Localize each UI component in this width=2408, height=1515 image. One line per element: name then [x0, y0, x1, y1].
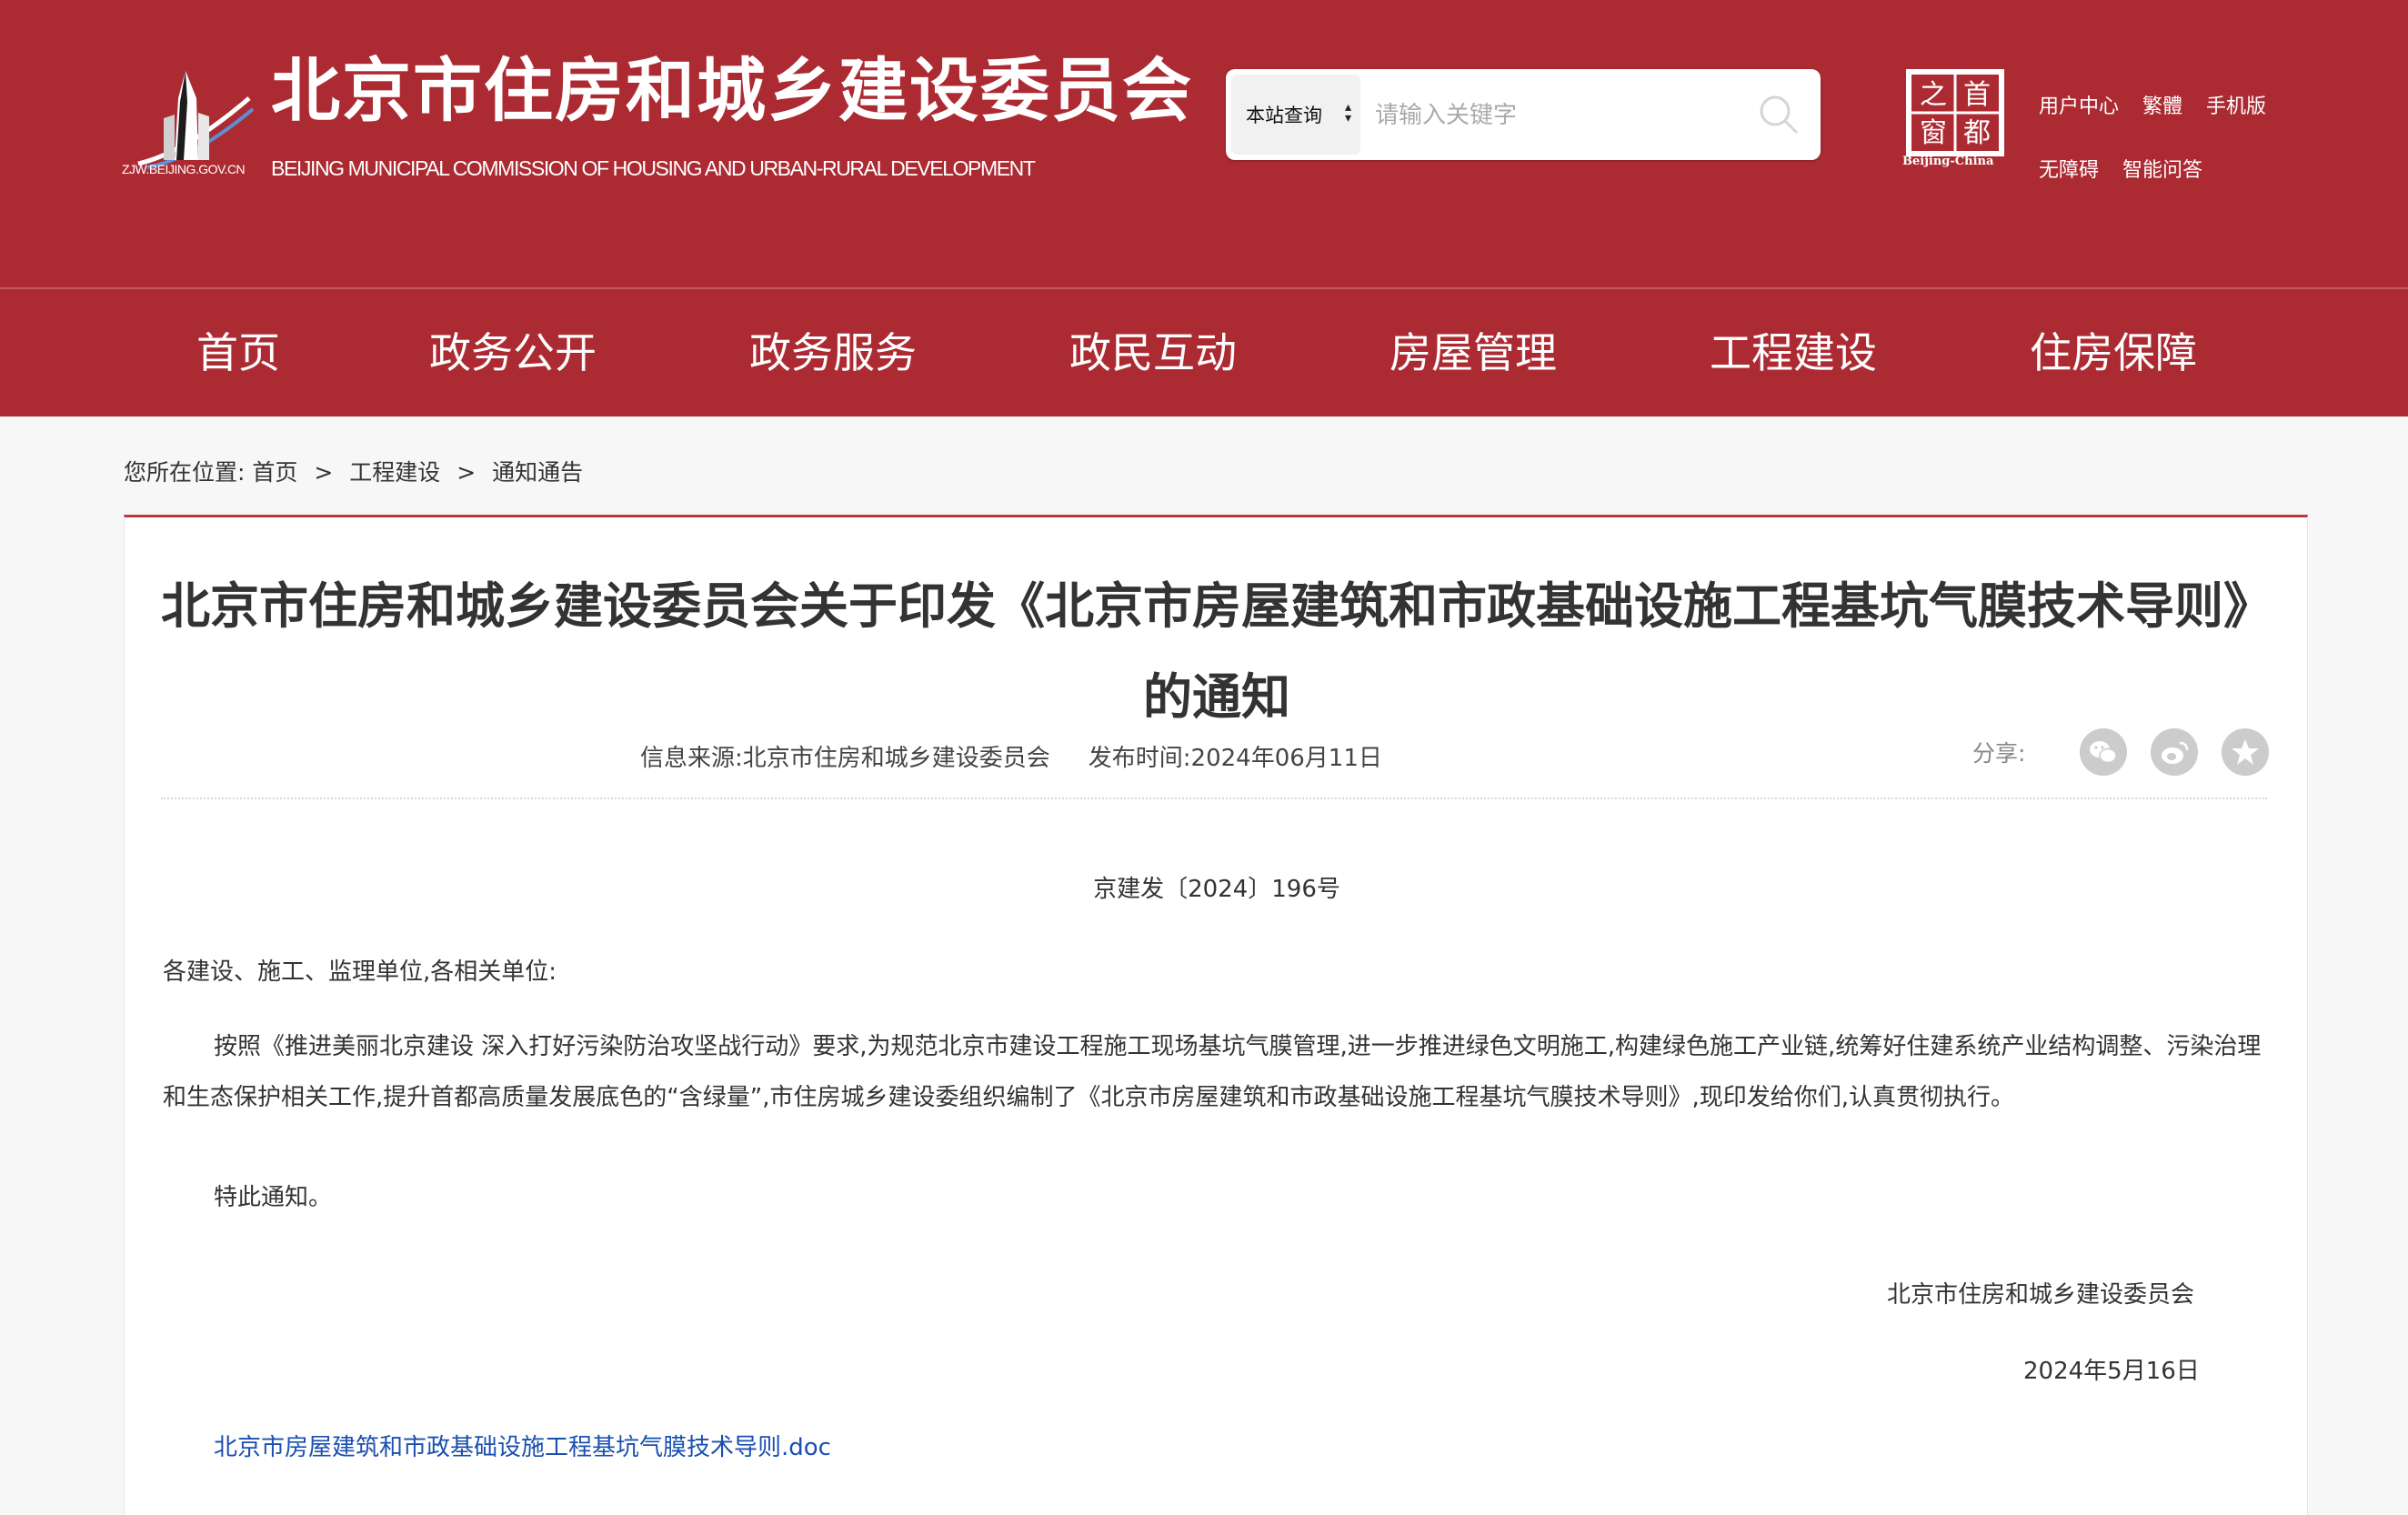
salutation: 各建设、施工、监理单位,各相关单位: [163, 958, 557, 986]
breadcrumb-separator: > [314, 459, 334, 486]
breadcrumb-prefix: 您所在位置: [124, 459, 246, 486]
emblem-char: 之 [1920, 79, 1947, 111]
document-number: 京建发〔2024〕196号 [1093, 876, 1340, 903]
wechat-icon[interactable] [2080, 728, 2127, 776]
nav-item-home[interactable]: 首页 [196, 289, 280, 416]
traditional-chinese-link[interactable]: 繁體 [2142, 90, 2182, 119]
site-header: ZJW.BEIJING.GOV.CN 北京市住房和城乡建设委员会 BEIJING… [0, 0, 2408, 287]
article-meta: 信息来源:北京市住房和城乡建设委员会 发布时间:2024年06月11日 [640, 739, 1382, 773]
search-icon[interactable] [1757, 93, 1801, 136]
nav-item-housing-security[interactable]: 住房保障 [2030, 289, 2197, 416]
site-title[interactable]: 北京市住房和城乡建设委员会 [271, 56, 1193, 125]
attachment-link[interactable]: 北京市房屋建筑和市政基础设施工程基坑气膜技术导则.doc [214, 1429, 831, 1462]
nav-item-government-affairs[interactable]: 政务公开 [429, 289, 597, 416]
breadcrumb-separator: > [457, 459, 477, 486]
breadcrumb: 您所在位置: 首页 > 工程建设 > 通知通告 [124, 455, 583, 487]
user-center-link[interactable]: 用户中心 [2039, 90, 2119, 119]
search-scope-label: 本站查询 [1246, 105, 1322, 126]
accessibility-link[interactable]: 无障碍 [2039, 154, 2099, 183]
breadcrumb-notices[interactable]: 通知通告 [492, 459, 583, 486]
body-paragraph: 按照《推进美丽北京建设 深入打好污染防治攻坚战行动》要求,为规范北京市建设工程施… [163, 1033, 2262, 1111]
weibo-icon[interactable] [2151, 728, 2198, 776]
select-arrows-icon: ▴ ▾ [1344, 100, 1351, 125]
emblem-caption: Beijing-China [1902, 155, 1994, 168]
breadcrumb-engineering[interactable]: 工程建设 [349, 459, 440, 486]
article-panel: 北京市住房和城乡建设委员会关于印发《北京市房屋建筑和市政基础设施工程基坑气膜技术… [124, 515, 2308, 1515]
article-publish-time: 发布时间:2024年06月11日 [1088, 745, 1382, 772]
site-search: 本站查询 ▴ ▾ [1226, 69, 1821, 160]
article-source: 信息来源:北京市住房和城乡建设委员会 [640, 745, 1050, 772]
favorite-icon[interactable] [2222, 728, 2269, 776]
closing-line: 特此通知。 [214, 1184, 333, 1211]
logo-site-url: ZJW.BEIJING.GOV.CN [122, 162, 246, 176]
search-scope-select[interactable]: 本站查询 ▴ ▾ [1231, 75, 1360, 155]
share-label: 分享: [1972, 740, 2026, 767]
site-subtitle: BEIJING MUNICIPAL COMMISSION OF HOUSING … [271, 156, 1036, 180]
meta-divider [161, 798, 2267, 799]
emblem-char: 都 [1963, 117, 1991, 149]
search-input[interactable] [1373, 87, 1741, 144]
emblem-char: 窗 [1920, 117, 1947, 149]
nav-item-public-interaction[interactable]: 政民互动 [1069, 289, 1237, 416]
breadcrumb-home[interactable]: 首页 [252, 459, 297, 486]
top-links: 用户中心 繁體 手机版 无障碍 智能问答 [2039, 73, 2303, 200]
nav-item-housing-management[interactable]: 房屋管理 [1390, 289, 1557, 416]
emblem-char: 首 [1963, 79, 1991, 111]
main-nav: 首页 政务公开 政务服务 政民互动 房屋管理 工程建设 住房保障 [0, 287, 2408, 416]
nav-item-engineering-construction[interactable]: 工程建设 [1710, 289, 1877, 416]
article-title: 北京市住房和城乡建设委员会关于印发《北京市房屋建筑和市政基础设施工程基坑气膜技术… [161, 577, 2273, 726]
sign-date: 2024年5月16日 [2023, 1358, 2200, 1385]
commission-logo[interactable] [122, 62, 255, 178]
signature: 北京市住房和城乡建设委员会 [1887, 1281, 2195, 1309]
nav-item-government-services[interactable]: 政务服务 [749, 289, 917, 416]
smart-qa-link[interactable]: 智能问答 [2122, 154, 2202, 183]
mobile-version-link[interactable]: 手机版 [2206, 90, 2266, 119]
